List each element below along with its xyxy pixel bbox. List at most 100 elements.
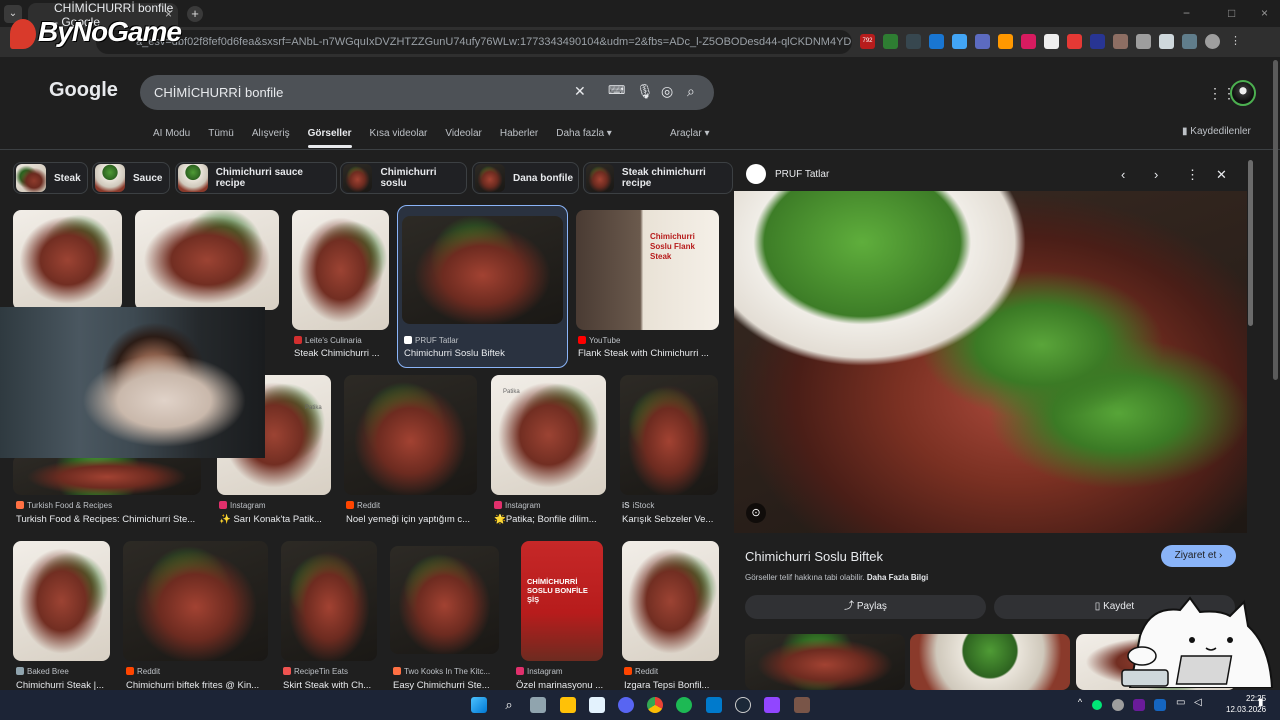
vscode-icon[interactable]	[706, 697, 722, 713]
result-image[interactable]	[13, 455, 201, 495]
tab-all[interactable]: Tümü	[208, 128, 234, 139]
preview-title[interactable]: Chimichurri Soslu Biftek	[745, 549, 883, 564]
result-image[interactable]	[620, 375, 718, 495]
url-field[interactable]: a_esv=dbf02f8fef0d6fea&sxsrf=ANbL-n7WGqu…	[96, 30, 852, 54]
result-image[interactable]	[292, 210, 389, 330]
search-box[interactable]: CHİMİCHURRİ bonfile ✕ ⌨ 🎙 ◎ ⌕	[140, 75, 714, 110]
tab-news[interactable]: Haberler	[500, 128, 538, 139]
close-panel-icon[interactable]: ✕	[1216, 167, 1227, 183]
system-clock[interactable]: 22:25 12.03.2026	[1226, 693, 1266, 715]
preview-image[interactable]	[734, 191, 1247, 533]
extension-icon[interactable]	[906, 34, 921, 49]
extension-icon[interactable]	[998, 34, 1013, 49]
profile-icon[interactable]	[1205, 34, 1220, 49]
result-title[interactable]: Turkish Food & Recipes: Chimichurri Ste.…	[16, 514, 202, 525]
result-title[interactable]: 🌟Patika; Bonfile dilim...	[494, 514, 606, 525]
shield-extension-icon[interactable]	[883, 34, 898, 49]
lens-search-icon[interactable]: ⊙	[746, 503, 766, 523]
result-image[interactable]	[123, 541, 268, 661]
extension-badge-icon[interactable]: 792	[860, 34, 875, 49]
result-image[interactable]	[13, 541, 110, 661]
result-title[interactable]: Flank Steak with Chimichurri ...	[578, 348, 716, 359]
result-image[interactable]: Chimichurri Soslu Flank Steak	[576, 210, 719, 330]
tab-ai-mode[interactable]: AI Modu	[153, 128, 190, 139]
store-icon[interactable]	[589, 697, 605, 713]
avatar[interactable]	[1230, 80, 1256, 106]
extension-icon[interactable]	[1067, 34, 1082, 49]
tab-more[interactable]: Daha fazla ▾	[556, 128, 612, 139]
clear-icon[interactable]: ✕	[574, 83, 586, 100]
chip-dana-bonfile[interactable]: Dana bonfile	[472, 162, 579, 194]
app-icon[interactable]	[794, 697, 810, 713]
extension-icon[interactable]	[1113, 34, 1128, 49]
extension-icon[interactable]	[1044, 34, 1059, 49]
related-image[interactable]	[745, 634, 905, 690]
result-image[interactable]	[622, 541, 719, 661]
chip-steak-chimichurri-recipe[interactable]: Steak chimichurri recipe	[583, 162, 733, 194]
search-input[interactable]: CHİMİCHURRİ bonfile	[154, 85, 283, 100]
windows-start-icon[interactable]	[471, 697, 487, 713]
panel-source[interactable]: PRUF Tatlar	[746, 163, 829, 185]
extension-icon[interactable]	[952, 34, 967, 49]
tab-shopping[interactable]: Alışveriş	[252, 128, 290, 139]
result-title[interactable]: Chimichurri Soslu Biftek	[404, 348, 564, 359]
close-window-icon[interactable]: ×	[1261, 6, 1268, 20]
tray-icon[interactable]	[1133, 699, 1145, 711]
steam-icon[interactable]	[735, 697, 751, 713]
search-icon[interactable]: ⌕	[687, 83, 695, 100]
tray-overflow-icon[interactable]: ^	[1072, 697, 1088, 713]
chip-sauce[interactable]: Sauce	[92, 162, 170, 194]
google-logo[interactable]: Google	[49, 79, 118, 102]
extension-icon[interactable]	[1090, 34, 1105, 49]
result-image[interactable]	[13, 210, 122, 310]
keyboard-icon[interactable]: ⌨	[608, 83, 625, 97]
tray-icon[interactable]	[1154, 699, 1166, 711]
tray-icon[interactable]	[1112, 699, 1124, 711]
result-image[interactable]	[135, 210, 279, 310]
minimize-icon[interactable]: −	[1183, 6, 1190, 20]
more-info-link[interactable]: Daha Fazla Bilgi	[867, 573, 928, 582]
volume-icon[interactable]: ◁	[1194, 697, 1210, 713]
network-icon[interactable]: ▭	[1176, 697, 1192, 713]
extension-icon[interactable]	[929, 34, 944, 49]
visit-button[interactable]: Ziyaret et ›	[1161, 545, 1236, 567]
related-image[interactable]	[910, 634, 1070, 690]
menu-icon[interactable]: ⋮	[1228, 34, 1243, 49]
twitch-icon[interactable]	[764, 697, 780, 713]
previous-icon[interactable]: ‹	[1121, 167, 1125, 182]
search-icon[interactable]: ⌕	[501, 697, 517, 713]
result-image[interactable]	[402, 216, 563, 324]
page-scrollbar[interactable]	[1273, 60, 1278, 380]
tab-videos[interactable]: Videolar	[445, 128, 482, 139]
maximize-icon[interactable]: □	[1228, 6, 1235, 20]
result-image[interactable]	[344, 375, 477, 495]
share-button[interactable]: ⤴ Paylaş	[745, 595, 986, 619]
result-image[interactable]	[281, 541, 377, 661]
image-result-selected[interactable]: PRUF Tatlar Chimichurri Soslu Biftek	[397, 205, 568, 368]
chip-steak[interactable]: Steak	[13, 162, 88, 194]
result-title[interactable]: Karışık Sebzeler Ve...	[622, 514, 718, 525]
media-icon[interactable]	[1182, 34, 1197, 49]
result-image[interactable]: CHİMİCHURRİ SOSLU BONFİLE ŞİŞ	[521, 541, 603, 661]
spotify-icon[interactable]	[676, 697, 692, 713]
extension-icon[interactable]	[1136, 34, 1151, 49]
result-image[interactable]: Patika	[491, 375, 606, 495]
tray-status-icon[interactable]	[1092, 700, 1102, 710]
saved-link[interactable]: ▮ Kaydedilenler	[1182, 126, 1251, 137]
next-icon[interactable]: ›	[1154, 167, 1158, 182]
extension-icon[interactable]	[1021, 34, 1036, 49]
mic-icon[interactable]: 🎙	[636, 83, 654, 100]
chrome-icon[interactable]	[647, 697, 663, 713]
task-view-icon[interactable]	[530, 697, 546, 713]
new-tab-button[interactable]: +	[187, 6, 203, 22]
chip-chimichurri-soslu[interactable]: Chimichurri soslu	[340, 162, 467, 194]
more-options-icon[interactable]: ⋮	[1186, 167, 1199, 183]
translate-icon[interactable]	[975, 34, 990, 49]
panel-scrollbar[interactable]	[1248, 160, 1253, 326]
puzzle-icon[interactable]	[1159, 34, 1174, 49]
file-explorer-icon[interactable]	[560, 697, 576, 713]
result-title[interactable]: Noel yemeği için yaptığım c...	[346, 514, 476, 525]
chip-chimichurri-sauce-recipe[interactable]: Chimichurri sauce recipe	[175, 162, 337, 194]
discord-icon[interactable]	[618, 697, 634, 713]
tools-menu[interactable]: Araçlar ▾	[670, 128, 709, 139]
